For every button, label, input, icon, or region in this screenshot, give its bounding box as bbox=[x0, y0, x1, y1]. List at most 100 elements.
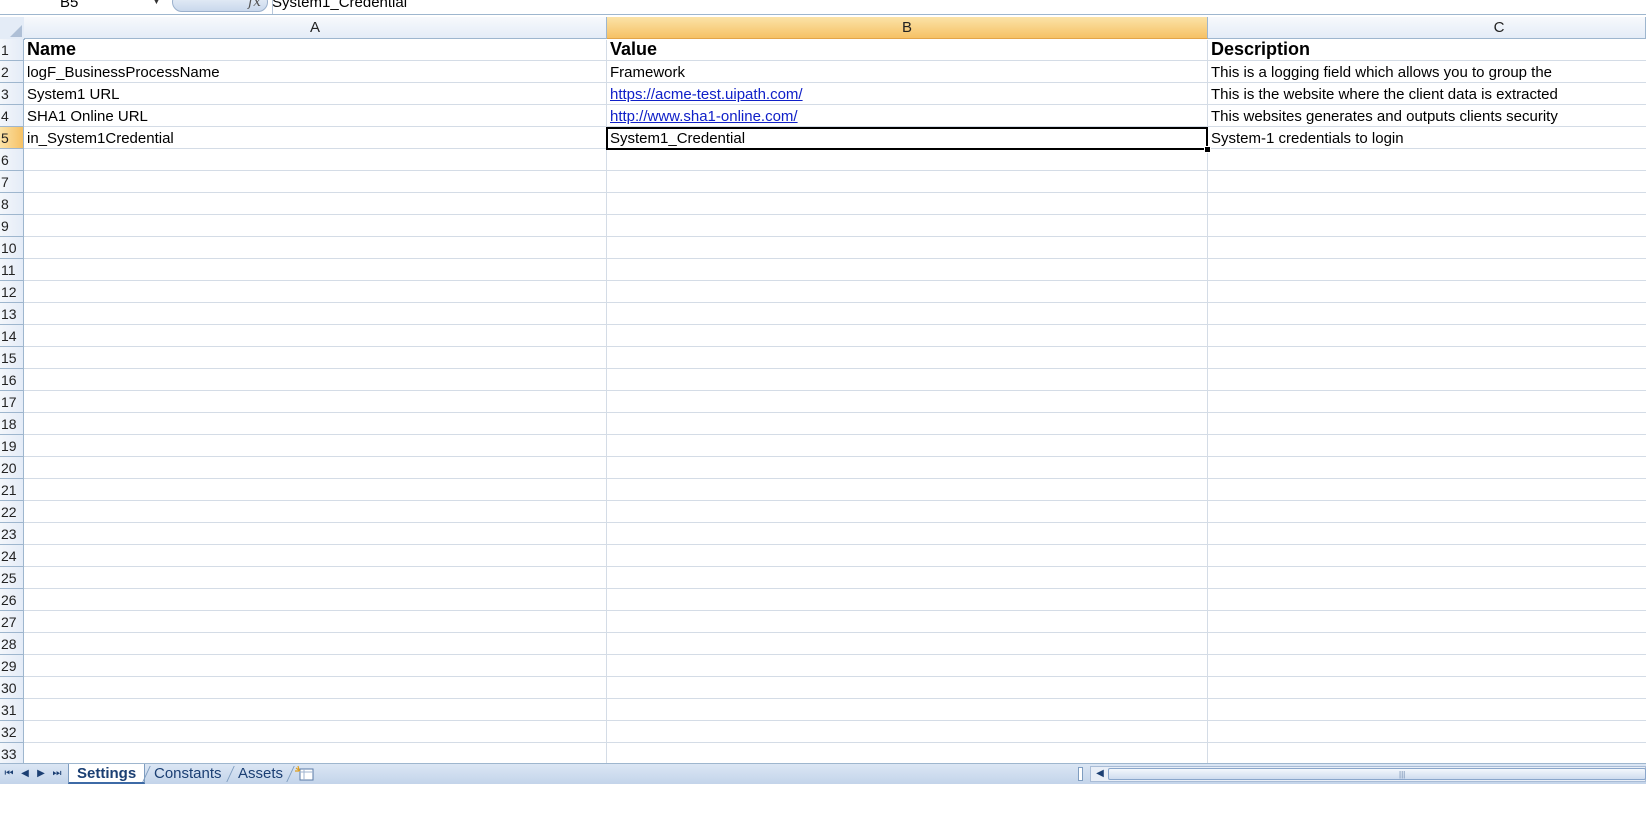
select-all-corner[interactable] bbox=[0, 17, 25, 40]
grid-horizontal-line bbox=[24, 478, 1646, 479]
grid-horizontal-line bbox=[24, 368, 1646, 369]
insert-sheet-icon[interactable] bbox=[294, 765, 316, 783]
cell-a2[interactable]: logF_BusinessProcessName bbox=[24, 62, 606, 84]
row-header-28[interactable]: 28 bbox=[0, 633, 24, 655]
grid-horizontal-line bbox=[24, 236, 1646, 237]
row-header-13[interactable]: 13 bbox=[0, 303, 24, 325]
grid-horizontal-line bbox=[24, 192, 1646, 193]
next-sheet-icon[interactable]: ▶ bbox=[34, 764, 48, 784]
grid-horizontal-line bbox=[24, 566, 1646, 567]
grid-horizontal-line bbox=[24, 676, 1646, 677]
row-header-21[interactable]: 21 bbox=[0, 479, 24, 501]
column-header-c[interactable]: C bbox=[1208, 17, 1646, 39]
sheet-tab-bar: ⏮ ◀ ▶ ⏭ Settings Constants Assets ◀ ||| bbox=[0, 763, 1646, 784]
grid-horizontal-line bbox=[24, 324, 1646, 325]
status-area bbox=[0, 784, 1646, 827]
grid-horizontal-line bbox=[24, 434, 1646, 435]
row-header-19[interactable]: 19 bbox=[0, 435, 24, 457]
scroll-left-icon[interactable]: ◀ bbox=[1093, 766, 1107, 782]
cell-a1[interactable]: Name bbox=[24, 38, 606, 60]
grid-horizontal-line bbox=[24, 742, 1646, 743]
row-header-17[interactable]: 17 bbox=[0, 391, 24, 413]
grid-horizontal-line bbox=[24, 456, 1646, 457]
grid-horizontal-line bbox=[24, 544, 1646, 545]
grid-horizontal-line bbox=[24, 346, 1646, 347]
grid-horizontal-line bbox=[24, 214, 1646, 215]
row-header-1[interactable]: 1 bbox=[0, 39, 24, 61]
row-header-15[interactable]: 15 bbox=[0, 347, 24, 369]
name-box-value: B5 bbox=[60, 0, 79, 11]
row-header-11[interactable]: 11 bbox=[0, 259, 24, 281]
active-cell-border bbox=[606, 127, 1208, 150]
prev-sheet-icon[interactable]: ◀ bbox=[18, 764, 32, 784]
row-header-31[interactable]: 31 bbox=[0, 699, 24, 721]
tab-constants[interactable]: Constants bbox=[146, 764, 230, 784]
row-header-25[interactable]: 25 bbox=[0, 567, 24, 589]
grid-horizontal-line bbox=[24, 632, 1646, 633]
row-header-24[interactable]: 24 bbox=[0, 545, 24, 567]
cell-c2[interactable]: This is a logging field which allows you… bbox=[1208, 62, 1646, 84]
select-all-icon bbox=[10, 25, 22, 37]
formula-bar: B5 ▼ fx System1_Credential bbox=[0, 0, 1646, 15]
last-sheet-icon[interactable]: ⏭ bbox=[50, 764, 64, 784]
row-header-23[interactable]: 23 bbox=[0, 523, 24, 545]
row-header-7[interactable]: 7 bbox=[0, 171, 24, 193]
grid-horizontal-line bbox=[24, 390, 1646, 391]
tab-split-handle[interactable] bbox=[1078, 767, 1083, 781]
cell-a5[interactable]: in_System1Credential bbox=[24, 128, 606, 150]
row-header-26[interactable]: 26 bbox=[0, 589, 24, 611]
grid-horizontal-line bbox=[24, 60, 1646, 61]
grip-icon: ||| bbox=[1399, 770, 1406, 779]
row-header-4[interactable]: 4 bbox=[0, 105, 24, 127]
tab-assets[interactable]: Assets bbox=[230, 764, 291, 784]
name-box[interactable]: B5 ▼ bbox=[0, 0, 166, 13]
grid-horizontal-line bbox=[24, 412, 1646, 413]
grid-horizontal-line bbox=[24, 654, 1646, 655]
grid-horizontal-line bbox=[24, 280, 1646, 281]
row-header-33[interactable]: 33 bbox=[0, 743, 24, 765]
grid-horizontal-line bbox=[24, 500, 1646, 501]
formula-input[interactable]: System1_Credential bbox=[272, 0, 672, 13]
column-header-a[interactable]: A bbox=[24, 17, 607, 39]
row-header-8[interactable]: 8 bbox=[0, 193, 24, 215]
grid-horizontal-line bbox=[24, 302, 1646, 303]
fill-handle[interactable] bbox=[1204, 146, 1211, 153]
first-sheet-icon[interactable]: ⏮ bbox=[2, 764, 16, 784]
row-header-10[interactable]: 10 bbox=[0, 237, 24, 259]
cell-b4-link[interactable]: http://www.sha1-online.com/ bbox=[607, 106, 1207, 128]
chevron-down-icon[interactable]: ▼ bbox=[151, 0, 162, 11]
row-header-14[interactable]: 14 bbox=[0, 325, 24, 347]
row-header-5[interactable]: 5 bbox=[0, 127, 24, 149]
insert-function-icon[interactable]: fx bbox=[248, 0, 261, 10]
cell-b2[interactable]: Framework bbox=[607, 62, 1207, 84]
tab-settings[interactable]: Settings bbox=[68, 764, 146, 784]
row-header-27[interactable]: 27 bbox=[0, 611, 24, 633]
cell-c1[interactable]: Description bbox=[1208, 38, 1646, 60]
row-header-9[interactable]: 9 bbox=[0, 215, 24, 237]
cell-a4[interactable]: SHA1 Online URL bbox=[24, 106, 606, 128]
row-header-30[interactable]: 30 bbox=[0, 677, 24, 699]
cell-b3-link[interactable]: https://acme-test.uipath.com/ bbox=[607, 84, 1207, 106]
row-header-6[interactable]: 6 bbox=[0, 149, 24, 171]
grid-horizontal-line bbox=[24, 258, 1646, 259]
cell-b1[interactable]: Value bbox=[607, 38, 1207, 60]
grid-horizontal-line bbox=[24, 610, 1646, 611]
column-header-b[interactable]: B bbox=[607, 17, 1208, 39]
grid-horizontal-line bbox=[24, 698, 1646, 699]
row-header-18[interactable]: 18 bbox=[0, 413, 24, 435]
horizontal-scroll-thumb[interactable]: ||| bbox=[1108, 768, 1646, 780]
row-header-22[interactable]: 22 bbox=[0, 501, 24, 523]
row-header-2[interactable]: 2 bbox=[0, 61, 24, 83]
grid-horizontal-line bbox=[24, 170, 1646, 171]
row-header-20[interactable]: 20 bbox=[0, 457, 24, 479]
row-header-3[interactable]: 3 bbox=[0, 83, 24, 105]
cell-c3[interactable]: This is the website where the client dat… bbox=[1208, 84, 1646, 106]
grid-horizontal-line bbox=[24, 522, 1646, 523]
row-header-16[interactable]: 16 bbox=[0, 369, 24, 391]
row-header-32[interactable]: 32 bbox=[0, 721, 24, 743]
cell-c5[interactable]: System-1 credentials to login bbox=[1208, 128, 1646, 150]
cell-c4[interactable]: This websites generates and outputs clie… bbox=[1208, 106, 1646, 128]
row-header-12[interactable]: 12 bbox=[0, 281, 24, 303]
cell-a3[interactable]: System1 URL bbox=[24, 84, 606, 106]
row-header-29[interactable]: 29 bbox=[0, 655, 24, 677]
